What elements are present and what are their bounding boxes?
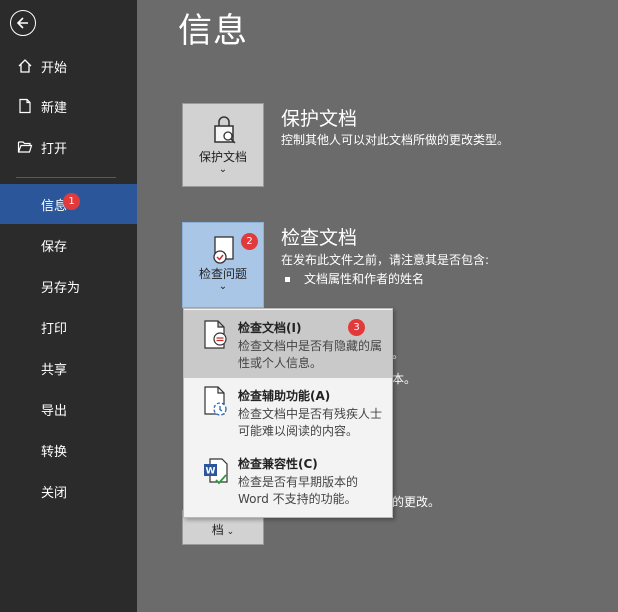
inspect-document-icon — [204, 320, 227, 349]
menu-item-inspect-document[interactable]: 检查文档(I) 检查文档中是否有隐藏的属性或个人信息。 3 — [184, 310, 392, 378]
protect-section-title: 保护文档 — [281, 108, 358, 130]
step-badge: 2 — [241, 233, 258, 250]
page-title: 信息 — [178, 11, 248, 51]
nav-item-label: 转换 — [41, 444, 68, 460]
menu-item-desc: 检查文档中是否有隐藏的属性或个人信息。 — [238, 339, 383, 370]
sidebar-divider — [16, 177, 116, 178]
protect-document-button[interactable]: 保护文档 ⌄ — [182, 103, 264, 187]
document-check-icon — [213, 236, 234, 264]
menu-item-check-accessibility[interactable]: 检查辅助功能(A) 检查文档中是否有残疾人士可能难以阅读的内容。 — [184, 378, 392, 446]
menu-item-title: 检查辅助功能(A) — [238, 389, 331, 403]
menu-item-title: 检查文档(I) — [238, 321, 302, 335]
nav-item-export[interactable]: 导出 — [0, 389, 137, 429]
chevron-down-icon: ⌄ — [218, 164, 228, 175]
nav-item-label: 关闭 — [41, 485, 68, 501]
nav-item-label: 保存 — [41, 239, 68, 255]
chevron-down-icon: ⌄ — [218, 281, 228, 292]
nav-item-transform[interactable]: 转换 — [0, 430, 137, 470]
tile-label: 检查问题 — [198, 267, 247, 281]
chevron-down-icon: ⌄ — [223, 527, 235, 537]
nav-item-label: 共享 — [41, 362, 68, 378]
nav-item-share[interactable]: 共享 — [0, 348, 137, 388]
nav-item-label: 打印 — [41, 321, 68, 337]
step-badge: 3 — [348, 319, 365, 336]
nav-item-label: 另存为 — [41, 280, 81, 296]
menu-item-desc: 检查是否有早期版本的 Word 不支持的功能。 — [238, 475, 359, 506]
check-issues-menu: 检查文档(I) 检查文档中是否有隐藏的属性或个人信息。 3 检查辅助功能(A) … — [183, 308, 393, 518]
hidden-text-fragment: 的更改。 — [392, 495, 441, 509]
check-issues-button[interactable]: 检查问题 ⌄ 2 — [182, 222, 264, 308]
inspect-section-title: 检查文档 — [281, 227, 358, 249]
nav-item-open[interactable]: 打开 — [0, 127, 137, 167]
hidden-text-fragment: 。 — [392, 347, 405, 361]
nav-item-close[interactable]: 关闭 — [0, 471, 137, 511]
home-icon — [18, 59, 32, 73]
backstage-sidebar: 开始 新建 打开 信息 1 保存 另存为 打印 共享 导出 转换 关闭 — [0, 0, 137, 612]
inspect-section-desc: 在发布此文件之前，请注意其是否包含: — [281, 253, 490, 267]
menu-item-check-compatibility[interactable]: W 检查兼容性(C) 检查是否有早期版本的 Word 不支持的功能。 — [184, 446, 392, 516]
nav-item-save[interactable]: 保存 — [0, 225, 137, 265]
nav-item-save-as[interactable]: 另存为 — [0, 266, 137, 306]
nav-item-label: 打开 — [41, 141, 68, 157]
nav-item-info[interactable]: 信息 1 — [0, 184, 137, 224]
arrow-left-icon — [16, 17, 28, 29]
tile-label: 保护文档 — [198, 150, 247, 164]
nav-item-new[interactable]: 新建 — [0, 86, 137, 126]
folder-open-icon — [17, 141, 33, 153]
protect-section-desc: 控制其他人可以对此文档所做的更改类型。 — [281, 133, 510, 147]
step-badge: 1 — [63, 193, 80, 210]
bullet-dot — [285, 277, 290, 282]
lock-search-icon — [214, 116, 236, 144]
menu-item-title: 检查兼容性(C) — [238, 457, 318, 471]
tile-label-fragment: 档 ⌄ — [211, 523, 235, 537]
word-compatibility-icon: W — [204, 458, 228, 485]
accessibility-check-icon — [204, 386, 227, 416]
new-document-icon — [19, 98, 31, 114]
bullet-text: 文档属性和作者的姓名 — [304, 272, 425, 286]
nav-item-print[interactable]: 打印 — [0, 307, 137, 347]
nav-item-label: 导出 — [41, 403, 68, 419]
svg-text:W: W — [206, 467, 216, 477]
menu-item-desc: 检查文档中是否有残疾人士可能难以阅读的内容。 — [238, 407, 383, 438]
nav-item-label: 新建 — [41, 100, 68, 116]
nav-item-label: 开始 — [41, 60, 68, 76]
inspect-bullet: 文档属性和作者的姓名 — [285, 270, 424, 287]
nav-item-home[interactable]: 开始 — [0, 46, 137, 86]
hidden-text-fragment: 本。 — [392, 372, 417, 386]
back-button[interactable] — [10, 10, 36, 36]
